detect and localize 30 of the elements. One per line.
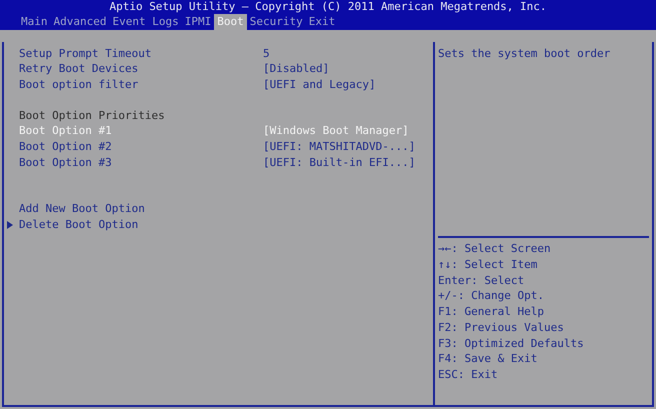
key-hint: +/-: Change Opt. [438,288,544,304]
menu-tab[interactable]: Security [246,14,306,30]
setting-label[interactable]: Setup Prompt Timeout [19,46,263,62]
menu-tab[interactable]: Event Logs [109,14,182,30]
setting-label[interactable]: Boot Option #2 [19,139,263,156]
key-hint: F1: General Help [438,304,544,320]
setting-label[interactable]: Retry Boot Devices [19,61,263,78]
help-text: Sets the system boot order [438,47,610,60]
menu-tab[interactable]: Advanced [50,14,110,30]
menu-tab[interactable]: Exit [306,14,338,30]
setting-value[interactable]: [Disabled] [263,61,330,78]
setting-value[interactable]: [UEFI: Built-in EFI...] [263,154,416,172]
key-hint: ↑↓: Select Item [438,257,538,274]
setting-value[interactable]: [UEFI and Legacy] [263,76,376,94]
section-heading: Boot Option Priorities [19,108,165,124]
menu-tab[interactable]: IPMI [182,14,214,30]
key-hint: →←: Select Screen [438,241,551,258]
menu-tab[interactable]: Main [18,14,50,30]
menu-action[interactable]: Delete Boot Option [19,217,138,234]
setting-label[interactable]: Boot Option #3 [19,154,263,172]
menu-action[interactable]: Add New Boot Option [19,201,145,218]
key-hint: F3: Optimized Defaults [438,336,584,352]
setting-value[interactable]: 5 [263,46,270,62]
window-title: Aptio Setup Utility – Copyright (C) 2011 American Megatrends, Inc. [109,0,547,15]
setting-label[interactable]: Boot option filter [19,76,263,94]
setting-value[interactable]: [UEFI: MATSHITADVD-...] [263,139,416,156]
key-hint: F2: Previous Values [438,320,564,336]
key-hint: ESC: Exit [438,366,498,383]
key-hint: F4: Save & Exit [438,351,538,368]
key-hint: Enter: Select [438,272,524,289]
